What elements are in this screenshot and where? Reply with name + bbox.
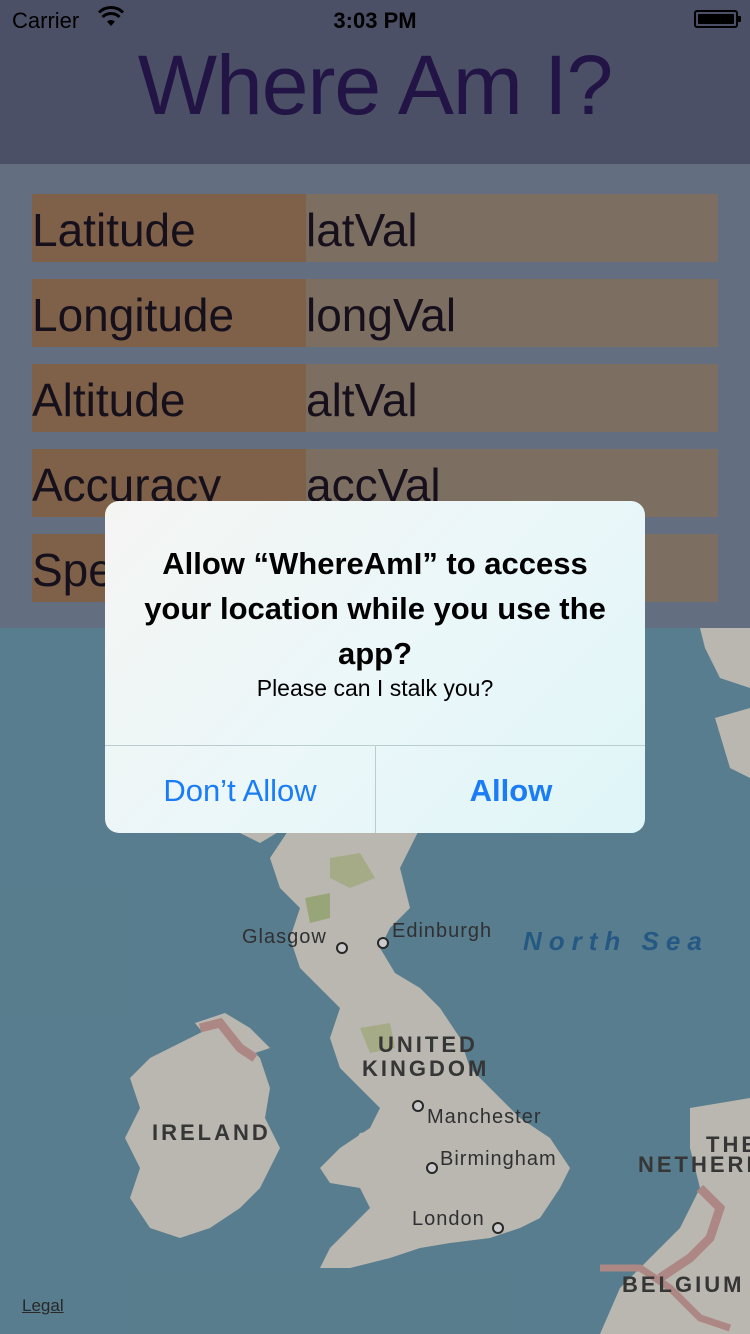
alert-message: Please can I stalk you? [256, 675, 494, 701]
dont-allow-button[interactable]: Don’t Allow [105, 746, 375, 833]
allow-button[interactable]: Allow [376, 746, 645, 833]
alert-title: Allow “WhereAmI” to access your location… [144, 546, 606, 671]
location-permission-alert: Allow “WhereAmI” to access your location… [105, 501, 645, 833]
